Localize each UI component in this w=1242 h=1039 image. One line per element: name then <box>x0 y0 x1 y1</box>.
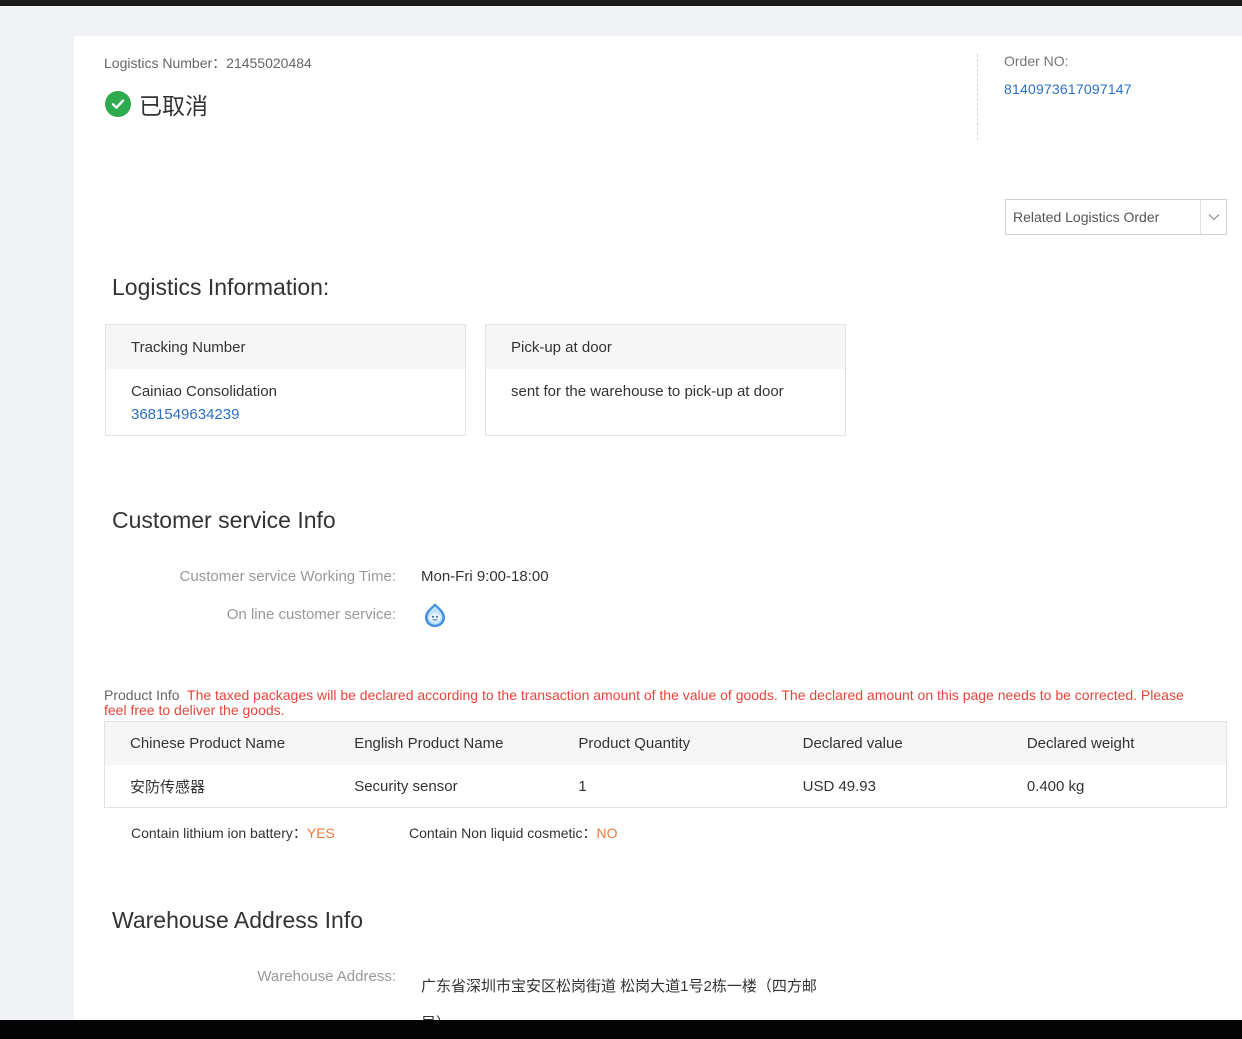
tracking-number-link[interactable]: 3681549634239 <box>131 403 465 426</box>
online-chat-icon[interactable] <box>421 601 449 629</box>
cosmetic-label: Contain Non liquid cosmetic： <box>409 825 597 841</box>
col-declared-weight: Declared weight <box>1026 735 1135 752</box>
product-table: Chinese Product Name English Product Nam… <box>104 721 1227 808</box>
window-top-edge <box>0 0 1242 6</box>
cell-english-name: Security sensor <box>354 777 458 795</box>
logistics-detail-panel: Logistics Number：21455020484 已取消 Order N… <box>74 36 1242 1020</box>
cosmetic-flag: Contain Non liquid cosmetic：NO <box>409 823 618 843</box>
lithium-battery-flag: Contain lithium ion battery：YES <box>131 823 335 843</box>
col-quantity: Product Quantity <box>578 735 691 752</box>
window-bottom-edge <box>0 1020 1242 1039</box>
logistics-info-title: Logistics Information: <box>112 274 330 300</box>
col-chinese-name: Chinese Product Name <box>130 735 286 752</box>
cell-quantity: 1 <box>578 777 587 795</box>
logistics-number-label: Logistics Number： <box>104 55 227 71</box>
table-row: 安防传感器 Security sensor 1 USD 49.93 0.400 … <box>105 765 1226 807</box>
warehouse-title: Warehouse Address Info <box>112 907 364 933</box>
online-service-label: On line customer service: <box>226 606 396 623</box>
lithium-label: Contain lithium ion battery： <box>131 825 307 841</box>
working-time-label: Customer service Working Time: <box>179 568 396 585</box>
working-time-value: Mon-Fri 9:00-18:00 <box>421 568 549 585</box>
product-info-label: Product Info <box>104 687 180 703</box>
check-circle-icon <box>105 91 131 117</box>
header-divider <box>977 54 978 140</box>
status-text: 已取消 <box>139 93 208 119</box>
status-row: 已取消 <box>105 87 208 121</box>
product-table-header: Chinese Product Name English Product Nam… <box>105 722 1226 765</box>
warehouse-address-value: 广东省深圳市宝安区松岗街道 松岗大道1号2栋一楼（四方邮局） <box>421 978 817 1020</box>
lithium-value: YES <box>306 825 335 841</box>
cell-chinese-name: 安防传感器 <box>130 778 206 796</box>
product-info-note: Product Info The taxed packages will be … <box>104 688 1204 718</box>
tracking-card-title: Tracking Number <box>106 325 465 369</box>
pickup-card: Pick-up at door sent for the warehouse t… <box>485 324 846 436</box>
customer-service-title: Customer service Info <box>112 507 336 533</box>
logistics-number-value: 21455020484 <box>226 55 312 71</box>
chevron-down-icon <box>1200 200 1226 234</box>
pickup-card-text: sent for the warehouse to pick-up at doo… <box>511 383 784 400</box>
logistics-number: Logistics Number：21455020484 <box>104 53 312 73</box>
warehouse-address-label: Warehouse Address: <box>257 968 396 985</box>
related-logistics-order-select[interactable]: Related Logistics Order <box>1005 199 1227 235</box>
cosmetic-value: NO <box>596 825 618 841</box>
cell-declared-value: USD 49.93 <box>802 777 876 795</box>
order-no-label: Order NO: <box>1004 53 1069 69</box>
cell-declared-weight: 0.400 kg <box>1026 777 1085 795</box>
tracking-number-card: Tracking Number Cainiao Consolidation 36… <box>105 324 466 436</box>
related-select-label: Related Logistics Order <box>1013 209 1160 225</box>
col-english-name: English Product Name <box>354 735 504 752</box>
col-declared-value: Declared value <box>802 735 903 752</box>
order-no-link[interactable]: 8140973617097147 <box>1004 81 1132 97</box>
product-info-warning: The taxed packages will be declared acco… <box>104 687 1184 718</box>
carrier-name: Cainiao Consolidation <box>131 383 277 400</box>
pickup-card-title: Pick-up at door <box>486 325 845 369</box>
